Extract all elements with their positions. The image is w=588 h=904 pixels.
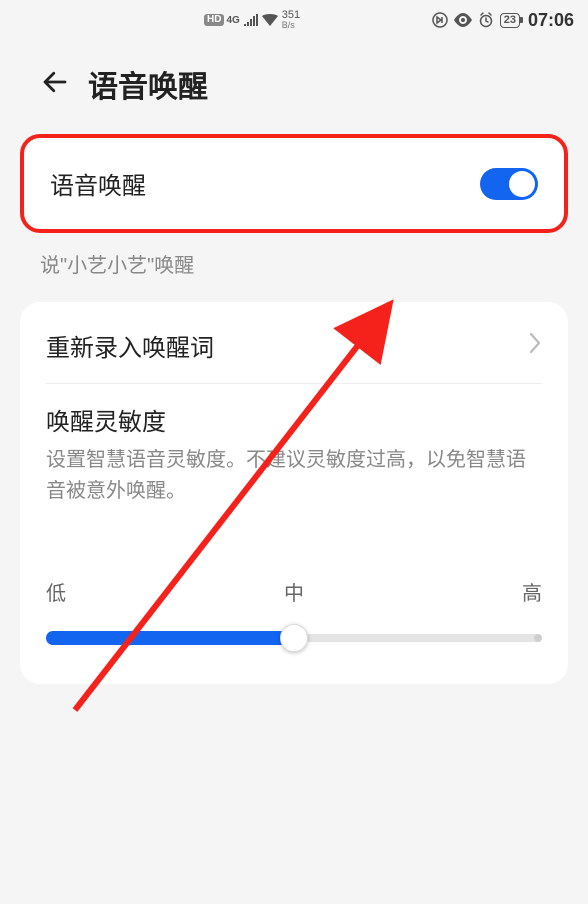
level-high-label: 高 bbox=[522, 577, 542, 606]
status-bar: HD 4G 351 B/s 23 07:06 bbox=[0, 0, 588, 40]
network-type-label: 4G bbox=[226, 15, 239, 26]
level-mid-label: 中 bbox=[284, 577, 304, 606]
volte-icon bbox=[432, 12, 448, 28]
page-header: 语音唤醒 bbox=[0, 40, 588, 134]
sensitivity-slider[interactable] bbox=[46, 628, 542, 648]
battery-indicator: 23 bbox=[500, 13, 520, 28]
switch-knob bbox=[509, 171, 535, 197]
voice-wakeup-toggle-card: 语音唤醒 bbox=[20, 134, 568, 233]
back-button[interactable] bbox=[40, 67, 70, 102]
sensitivity-title: 唤醒灵敏度 bbox=[46, 402, 542, 437]
hd-badge: HD bbox=[204, 14, 224, 26]
alarm-icon bbox=[478, 12, 494, 28]
level-low-label: 低 bbox=[46, 577, 66, 606]
sensitivity-description: 设置智慧语音灵敏度。不建议灵敏度过高，以免智慧语音被意外唤醒。 bbox=[46, 445, 542, 507]
sensitivity-card: 重新录入唤醒词 唤醒灵敏度 设置智慧语音灵敏度。不建议灵敏度过高，以免智慧语音被… bbox=[20, 302, 568, 684]
slider-tick-high bbox=[534, 634, 542, 642]
sensitivity-level-labels: 低 中 高 bbox=[46, 577, 542, 606]
signal-icon bbox=[244, 14, 258, 26]
voice-wakeup-toggle-label: 语音唤醒 bbox=[50, 166, 146, 201]
slider-thumb[interactable] bbox=[280, 624, 308, 652]
chevron-right-icon bbox=[528, 332, 542, 359]
wifi-icon bbox=[262, 14, 278, 26]
eye-comfort-icon bbox=[454, 13, 472, 27]
rerecord-wakeword-label: 重新录入唤醒词 bbox=[46, 328, 214, 363]
clock: 07:06 bbox=[528, 10, 574, 31]
rerecord-wakeword-row[interactable]: 重新录入唤醒词 bbox=[46, 328, 542, 384]
page-title: 语音唤醒 bbox=[88, 62, 208, 106]
slider-fill bbox=[46, 631, 294, 645]
voice-wakeup-switch[interactable] bbox=[480, 168, 538, 200]
wakeup-phrase-hint: 说"小艺小艺"唤醒 bbox=[40, 249, 548, 278]
net-speed: 351 B/s bbox=[282, 10, 300, 30]
